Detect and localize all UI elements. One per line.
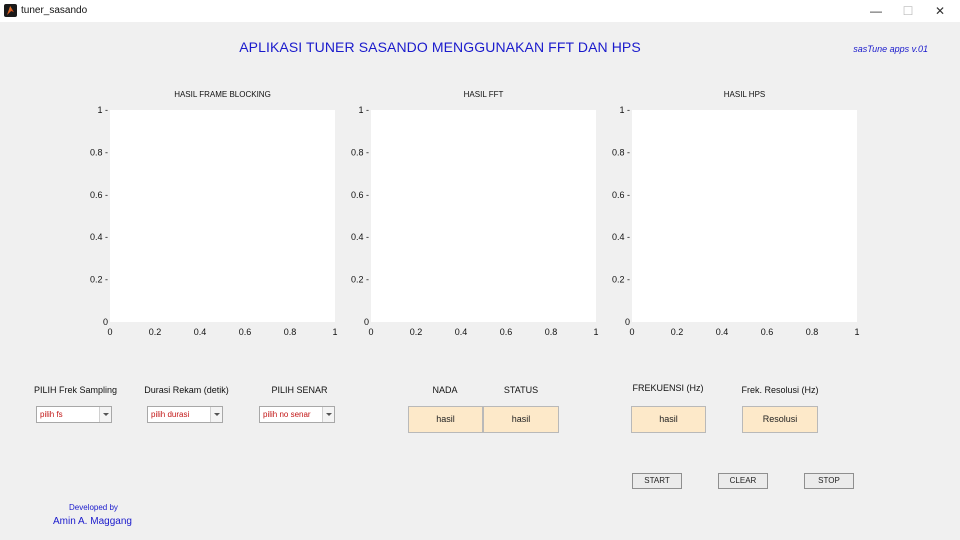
- chevron-down-icon[interactable]: [99, 407, 111, 422]
- x-tick-label: 0.8: [284, 327, 297, 337]
- sampling-select-value: pilih fs: [40, 410, 63, 419]
- x-tick-label: 0.2: [671, 327, 684, 337]
- x-tick-label: 0.6: [239, 327, 252, 337]
- figure-content: APLIKASI TUNER SASANDO MENGGUNAKAN FFT D…: [0, 22, 960, 540]
- resolusi-result: Resolusi: [742, 406, 818, 433]
- x-tick-label: 0.8: [545, 327, 558, 337]
- x-tick-label: 0.4: [716, 327, 729, 337]
- x-tick-label: 1: [854, 327, 859, 337]
- y-tick-label: 0.2 -: [90, 275, 108, 285]
- duration-select[interactable]: pilih durasi: [147, 406, 223, 423]
- axes-title-fft: HASIL FFT: [463, 90, 504, 99]
- status-result: hasil: [483, 406, 559, 433]
- string-label: PILIH SENAR: [271, 385, 328, 395]
- maximize-button[interactable]: ☐: [892, 2, 924, 20]
- x-tick-label: 0.4: [194, 327, 207, 337]
- x-tick-label: 0: [107, 327, 112, 337]
- y-tick-label: 0.6 -: [351, 190, 369, 200]
- y-tick-label: 0: [364, 317, 369, 327]
- x-tick-label: 0: [629, 327, 634, 337]
- author-label: Amin A. Maggang: [53, 516, 132, 527]
- app-title: APLIKASI TUNER SASANDO MENGGUNAKAN FFT D…: [239, 39, 641, 55]
- y-tick-label: 0.4 -: [612, 232, 630, 242]
- x-tick-label: 0.4: [455, 327, 468, 337]
- sampling-label: PILIH Frek Sampling: [34, 385, 118, 395]
- nada-label: NADA: [432, 385, 458, 395]
- window-title: tuner_sasando: [21, 5, 88, 16]
- axes-hps[interactable]: 0 0.2 0.4 0.6 0.8 1 0 0.2 - 0.4 - 0.6 - 0.8 - 1 -: [602, 100, 877, 340]
- y-tick-label: 0.8 -: [351, 147, 369, 157]
- plot-area: [371, 110, 596, 322]
- frekuensi-label: FREKUENSI (Hz): [632, 383, 704, 393]
- plot-area: [632, 110, 857, 322]
- x-tick-label: 0.6: [761, 327, 774, 337]
- status-label: STATUS: [503, 385, 539, 395]
- developed-by-label: Developed by: [69, 503, 118, 512]
- y-tick-label: 0.8 -: [90, 147, 108, 157]
- x-tick-label: 0.2: [149, 327, 162, 337]
- y-tick-label: 0.2 -: [612, 275, 630, 285]
- x-tick-label: 1: [332, 327, 337, 337]
- minimize-button[interactable]: —: [860, 2, 892, 20]
- clear-button[interactable]: CLEAR: [718, 473, 768, 489]
- start-button[interactable]: START: [632, 473, 682, 489]
- string-select[interactable]: pilih no senar: [259, 406, 335, 423]
- y-tick-label: 0.6 -: [90, 190, 108, 200]
- axes-fft[interactable]: 0 0.2 0.4 0.6 0.8 1 0 0.2 - 0.4 - 0.6 - 0.8 - 1 -: [341, 100, 616, 340]
- frekuensi-result: hasil: [631, 406, 706, 433]
- y-tick-label: 0.4 -: [351, 232, 369, 242]
- duration-select-value: pilih durasi: [151, 410, 190, 419]
- y-tick-label: 0.6 -: [612, 190, 630, 200]
- nada-result: hasil: [408, 406, 483, 433]
- window-titlebar: tuner_sasando — ☐ ✕: [0, 0, 960, 23]
- x-tick-label: 1: [593, 327, 598, 337]
- chevron-down-icon[interactable]: [210, 407, 222, 422]
- y-tick-label: 0.4 -: [90, 232, 108, 242]
- string-select-value: pilih no senar: [263, 410, 311, 419]
- y-tick-label: 0.2 -: [351, 275, 369, 285]
- axes-title-frame-blocking: HASIL FRAME BLOCKING: [174, 90, 271, 99]
- y-tick-label: 0: [625, 317, 630, 327]
- version-label: sasTune apps v.01: [853, 44, 928, 54]
- y-tick-label: 1 -: [358, 105, 369, 115]
- resolusi-label: Frek. Resolusi (Hz): [741, 385, 819, 395]
- sampling-select[interactable]: pilih fs: [36, 406, 112, 423]
- chevron-down-icon[interactable]: [322, 407, 334, 422]
- duration-label: Durasi Rekam (detik): [144, 385, 229, 395]
- x-tick-label: 0.8: [806, 327, 819, 337]
- stop-button[interactable]: STOP: [804, 473, 854, 489]
- axes-title-hps: HASIL HPS: [723, 90, 766, 99]
- y-tick-label: 1 -: [97, 105, 108, 115]
- close-button[interactable]: ✕: [924, 2, 956, 20]
- matlab-icon: [4, 4, 17, 17]
- x-tick-label: 0.2: [410, 327, 423, 337]
- plot-area: [110, 110, 335, 322]
- y-tick-label: 0.8 -: [612, 147, 630, 157]
- x-tick-label: 0: [368, 327, 373, 337]
- axes-frame-blocking[interactable]: 0 0.2 0.4 0.6 0.8 1 0 0.2 - 0.4 - 0.6 - 0.8 - 1 -: [80, 100, 355, 340]
- y-tick-label: 1 -: [619, 105, 630, 115]
- x-tick-label: 0.6: [500, 327, 513, 337]
- y-tick-label: 0: [103, 317, 108, 327]
